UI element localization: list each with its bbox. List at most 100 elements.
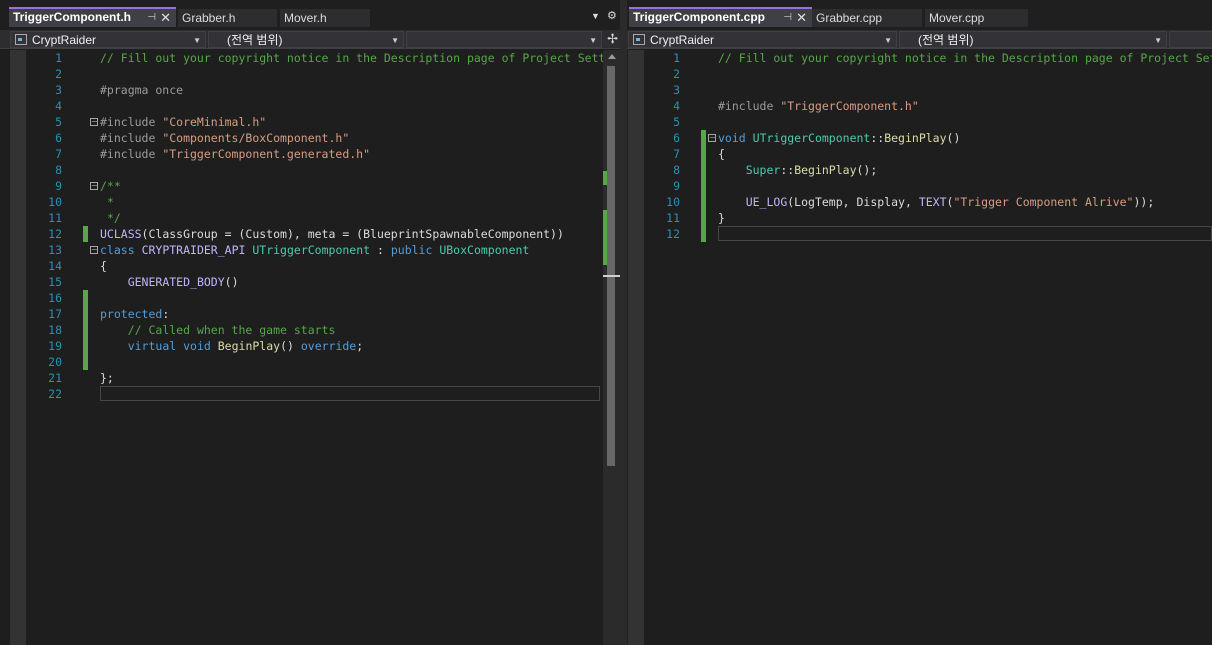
split-window-icon[interactable]: ✢ xyxy=(607,31,618,47)
code-line[interactable]: 15 GENERATED_BODY() xyxy=(0,274,620,290)
code-line[interactable]: 6 #include "Components/BoxComponent.h" xyxy=(0,130,620,146)
scope-dropdown[interactable]: (전역 범위) ▼ xyxy=(208,31,404,48)
change-marker xyxy=(603,210,607,265)
code-line[interactable]: 5 − #include "CoreMinimal.h" xyxy=(0,114,620,130)
line-number: 11 xyxy=(48,211,62,225)
line-number: 13 xyxy=(48,243,62,257)
caret-position-marker xyxy=(603,275,620,277)
line-number: 17 xyxy=(48,307,62,321)
close-icon[interactable]: ✕ xyxy=(796,9,807,26)
pane-splitter[interactable] xyxy=(620,0,627,645)
pin-icon[interactable]: ⊣ xyxy=(783,9,792,26)
code-line[interactable]: 5 xyxy=(627,114,1212,130)
code-line[interactable]: 16 xyxy=(0,290,620,306)
code-line[interactable]: 18 // Called when the game starts xyxy=(0,322,620,338)
code-line[interactable]: 1 // Fill out your copyright notice in th… xyxy=(0,50,620,66)
code-line[interactable]: 21}; xyxy=(0,370,620,386)
code-line[interactable]: 4 xyxy=(0,98,620,114)
code-line[interactable]: 9 −/** xyxy=(0,178,620,194)
chevron-down-icon: ▼ xyxy=(193,36,201,45)
change-indicator xyxy=(701,194,706,210)
right-editor-pane: TriggerComponent.cpp ⊣ ✕ Grabber.cpp Mov… xyxy=(627,0,1212,645)
code-line[interactable]: 9 xyxy=(627,178,1212,194)
line-number: 1 xyxy=(55,51,62,65)
collapse-outline-icon[interactable]: − xyxy=(90,182,98,190)
code-line[interactable]: 8 Super::BeginPlay(); xyxy=(627,162,1212,178)
tab-list-dropdown-icon[interactable]: ▼ xyxy=(591,11,600,21)
code-text: #include "CoreMinimal.h" xyxy=(100,115,267,129)
code-text: /** xyxy=(100,179,121,193)
pin-icon[interactable]: ⊣ xyxy=(147,9,156,26)
code-line[interactable]: 22 xyxy=(0,386,620,402)
line-number: 10 xyxy=(666,195,680,209)
tab-trigger-component-h[interactable]: TriggerComponent.h ⊣ ✕ xyxy=(9,7,176,27)
right-code-editor[interactable]: 1 // Fill out your copyright notice in th… xyxy=(627,50,1212,645)
tab-label: Mover.cpp xyxy=(929,11,985,25)
code-line[interactable]: 2 xyxy=(627,66,1212,82)
gear-icon[interactable]: ⚙ xyxy=(607,9,617,22)
collapse-outline-icon[interactable]: − xyxy=(708,134,716,142)
scroll-up-arrow-icon[interactable] xyxy=(608,54,616,59)
code-line[interactable]: 10 UE_LOG(LogTemp, Display, TEXT("Trigge… xyxy=(627,194,1212,210)
project-dropdown[interactable]: CryptRaider ▼ xyxy=(628,31,897,48)
line-number: 7 xyxy=(673,147,680,161)
left-code-editor[interactable]: 1 // Fill out your copyright notice in th… xyxy=(0,50,620,645)
member-dropdown[interactable] xyxy=(1169,31,1212,48)
code-line[interactable]: 4 #include "TriggerComponent.h" xyxy=(627,98,1212,114)
code-line[interactable]: 11 */ xyxy=(0,210,620,226)
line-number: 10 xyxy=(48,195,62,209)
code-line[interactable]: 2 xyxy=(0,66,620,82)
code-line[interactable]: 8 xyxy=(0,162,620,178)
code-line[interactable]: 19 virtual void BeginPlay() override; xyxy=(0,338,620,354)
code-line[interactable]: 3 #pragma once xyxy=(0,82,620,98)
tab-grabber-h[interactable]: Grabber.h xyxy=(178,9,277,27)
line-number: 6 xyxy=(55,131,62,145)
right-tab-strip: TriggerComponent.cpp ⊣ ✕ Grabber.cpp Mov… xyxy=(627,0,1212,30)
code-line[interactable]: 3 xyxy=(627,82,1212,98)
change-marker xyxy=(603,171,607,185)
change-indicator xyxy=(701,178,706,194)
code-line[interactable]: 17 protected: xyxy=(0,306,620,322)
line-number: 7 xyxy=(55,147,62,161)
code-line[interactable]: 7{ xyxy=(627,146,1212,162)
project-icon xyxy=(633,34,645,45)
member-dropdown[interactable]: ▼ xyxy=(406,31,602,48)
project-name: CryptRaider xyxy=(650,33,715,47)
tab-trigger-component-cpp[interactable]: TriggerComponent.cpp ⊣ ✕ xyxy=(629,7,812,27)
close-icon[interactable]: ✕ xyxy=(160,9,171,26)
tab-grabber-cpp[interactable]: Grabber.cpp xyxy=(812,9,922,27)
line-number: 15 xyxy=(48,275,62,289)
scrollbar-thumb[interactable] xyxy=(607,66,615,466)
code-line[interactable]: 1 // Fill out your copyright notice in th… xyxy=(627,50,1212,66)
code-line[interactable]: 12 UCLASS(ClassGroup = (Custom), meta = (… xyxy=(0,226,620,242)
code-line[interactable]: 11} xyxy=(627,210,1212,226)
code-text xyxy=(100,386,600,401)
change-indicator xyxy=(83,226,88,242)
left-editor-pane: TriggerComponent.h ⊣ ✕ Grabber.h Mover.h… xyxy=(0,0,620,645)
code-text: // Called when the game starts xyxy=(127,323,336,337)
collapse-outline-icon[interactable]: − xyxy=(90,118,98,126)
line-number: 8 xyxy=(55,163,62,177)
code-line[interactable]: 10 * xyxy=(0,194,620,210)
code-line[interactable]: 7 #include "TriggerComponent.generated.h" xyxy=(0,146,620,162)
code-text: // Fill out your copyright notice in the… xyxy=(100,51,620,65)
code-line[interactable]: 13 − class CRYPTRAIDER_API UTriggerCompone… xyxy=(0,242,620,258)
change-indicator xyxy=(701,130,706,146)
line-number: 9 xyxy=(55,179,62,193)
scope-dropdown[interactable]: (전역 범위) ▼ xyxy=(899,31,1167,48)
code-line[interactable]: 14 { xyxy=(0,258,620,274)
code-text: Super::BeginPlay(); xyxy=(745,163,878,177)
collapse-outline-icon[interactable]: − xyxy=(90,246,98,254)
line-number: 12 xyxy=(48,227,62,241)
project-dropdown[interactable]: CryptRaider ▼ xyxy=(10,31,206,48)
vertical-scrollbar[interactable] xyxy=(603,50,620,645)
code-line[interactable]: 20 xyxy=(0,354,620,370)
line-number: 18 xyxy=(48,323,62,337)
tab-mover-h[interactable]: Mover.h xyxy=(280,9,370,27)
code-line[interactable]: 6 − void UTriggerComponent::BeginPlay() xyxy=(627,130,1212,146)
code-line[interactable]: 12 xyxy=(627,226,1212,242)
tab-label: Grabber.h xyxy=(182,11,236,25)
tab-mover-cpp[interactable]: Mover.cpp xyxy=(925,9,1028,27)
chevron-down-icon: ▼ xyxy=(391,36,399,45)
code-text: UCLASS(ClassGroup = (Custom), meta = (Bl… xyxy=(100,227,564,241)
